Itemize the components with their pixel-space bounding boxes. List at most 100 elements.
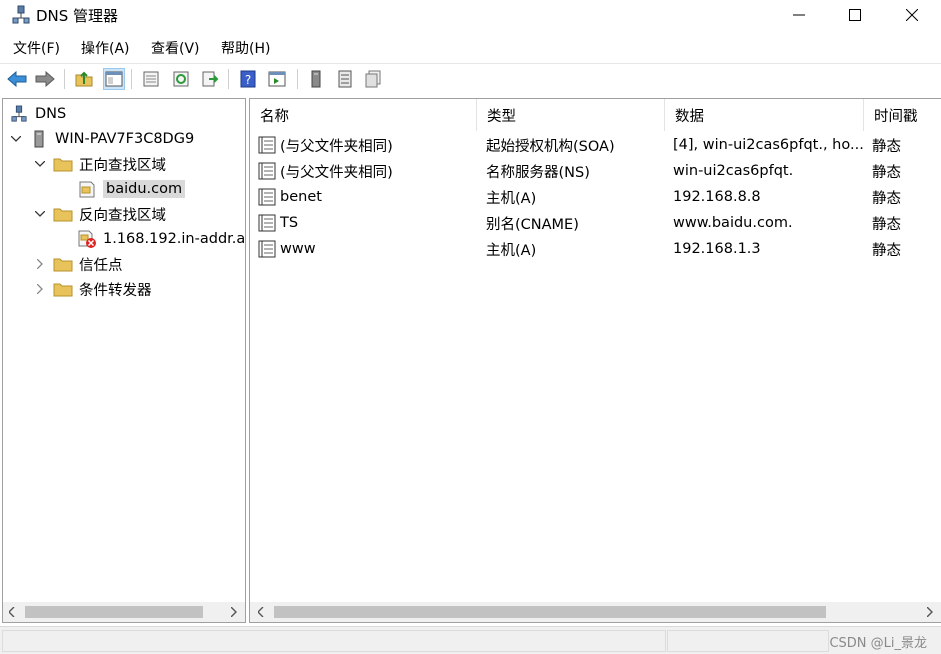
tree-label-forward-zones: 正向查找区域 xyxy=(79,157,166,174)
action-pane-button[interactable] xyxy=(266,68,288,90)
record-data: win-ui2cas6pfqt. xyxy=(673,163,794,179)
chevron-right-icon[interactable] xyxy=(33,257,47,271)
column-header-type[interactable]: 类型 xyxy=(477,99,665,131)
tree-item-conditional-forwarders[interactable]: 条件转发器 xyxy=(33,277,152,301)
chevron-down-icon[interactable] xyxy=(33,207,47,221)
copy-records-button[interactable] xyxy=(362,68,384,90)
zone-error-icon xyxy=(77,230,97,248)
zone-file-icon xyxy=(77,180,97,198)
maximize-button[interactable] xyxy=(832,0,878,30)
tree-label-reverse-zones: 反向查找区域 xyxy=(79,207,166,224)
record-icon xyxy=(258,136,276,154)
menu-view[interactable]: 查看(V) xyxy=(151,38,200,58)
scroll-left-icon[interactable] xyxy=(252,602,270,622)
record-list-icon xyxy=(338,70,352,88)
server-icon xyxy=(311,70,321,88)
watermark: CSDN @Li_景龙 xyxy=(829,636,927,651)
column-header-data[interactable]: 数据 xyxy=(665,99,864,131)
close-icon xyxy=(906,9,918,21)
tree-item-dns[interactable]: DNS xyxy=(9,102,66,126)
record-data: 192.168.1.3 xyxy=(673,241,761,257)
records-list: 名称 类型 数据 时间戳 (与父文件夹相同) 起始授权机构(SOA) [4], … xyxy=(249,98,941,623)
help-icon: ? xyxy=(240,70,256,88)
minimize-icon xyxy=(793,14,805,16)
list-horizontal-scrollbar[interactable] xyxy=(250,602,941,622)
scroll-right-icon[interactable] xyxy=(225,602,243,622)
menu-help[interactable]: 帮助(H) xyxy=(221,38,270,58)
tree-horizontal-scrollbar[interactable] xyxy=(3,602,245,622)
menu-file[interactable]: 文件(F) xyxy=(13,38,60,58)
export-list-button[interactable] xyxy=(199,68,221,90)
dns-app-icon xyxy=(12,5,30,24)
forward-arrow-icon xyxy=(35,71,55,87)
tree-item-server[interactable]: WIN-PAV7F3C8DG9 xyxy=(9,127,194,151)
chevron-down-icon[interactable] xyxy=(33,157,47,171)
table-row[interactable]: benet 主机(A) 192.168.8.8 静态 xyxy=(250,184,941,210)
record-name: TS xyxy=(280,215,299,231)
svg-text:?: ? xyxy=(245,73,251,87)
title-bar: DNS 管理器 xyxy=(0,0,941,30)
record-data: 192.168.8.8 xyxy=(673,189,761,205)
tree-label-trust-points: 信任点 xyxy=(79,257,123,274)
status-segment xyxy=(2,630,666,652)
tree-item-reverse-zone[interactable]: 1.168.192.in-addr.a xyxy=(77,227,245,251)
column-header-name[interactable]: 名称 xyxy=(250,99,477,131)
close-button[interactable] xyxy=(889,0,935,30)
record-name: www xyxy=(280,241,316,257)
tree-label-reverse-zone: 1.168.192.in-addr.a xyxy=(103,231,246,247)
tree-item-baidu-zone[interactable]: baidu.com xyxy=(77,177,186,201)
record-icon xyxy=(258,162,276,180)
record-type: 主机(A) xyxy=(486,190,537,207)
table-row[interactable]: (与父文件夹相同) 起始授权机构(SOA) [4], win-ui2cas6pf… xyxy=(250,132,941,158)
table-row[interactable]: (与父文件夹相同) 名称服务器(NS) win-ui2cas6pfqt. 静态 xyxy=(250,158,941,184)
record-icon xyxy=(258,188,276,206)
server-icon xyxy=(29,130,49,148)
minimize-button[interactable] xyxy=(776,0,822,30)
table-row[interactable]: TS 别名(CNAME) www.baidu.com. 静态 xyxy=(250,210,941,236)
record-timestamp: 静态 xyxy=(872,190,901,207)
copy-records-icon xyxy=(365,70,381,88)
forward-button[interactable] xyxy=(34,68,56,90)
record-icon xyxy=(258,214,276,232)
refresh-icon xyxy=(173,71,189,87)
tree-item-forward-zones[interactable]: 正向查找区域 xyxy=(33,152,166,176)
scrollbar-thumb[interactable] xyxy=(274,606,826,618)
folder-icon xyxy=(53,205,73,223)
refresh-button[interactable] xyxy=(170,68,192,90)
record-type: 主机(A) xyxy=(486,242,537,259)
properties-button[interactable] xyxy=(140,68,162,90)
scrollbar-thumb[interactable] xyxy=(25,606,203,618)
table-row[interactable]: www 主机(A) 192.168.1.3 静态 xyxy=(250,236,941,262)
column-header-timestamp[interactable]: 时间戳 xyxy=(864,99,941,131)
record-name: (与父文件夹相同) xyxy=(280,138,393,155)
record-list-button[interactable] xyxy=(334,68,356,90)
record-name: (与父文件夹相同) xyxy=(280,164,393,181)
show-hide-tree-button[interactable] xyxy=(103,68,125,90)
chevron-down-icon[interactable] xyxy=(9,132,23,146)
back-button[interactable] xyxy=(6,68,28,90)
scroll-left-icon[interactable] xyxy=(3,602,21,622)
status-segment xyxy=(667,630,829,652)
server-button[interactable] xyxy=(305,68,327,90)
export-list-icon xyxy=(202,71,219,87)
tree-item-trust-points[interactable]: 信任点 xyxy=(33,252,123,276)
up-folder-button[interactable] xyxy=(73,68,95,90)
menu-bar: 文件(F) 操作(A) 查看(V) 帮助(H) xyxy=(0,34,941,60)
record-timestamp: 静态 xyxy=(872,164,901,181)
record-type: 起始授权机构(SOA) xyxy=(486,138,615,155)
tree-label-conditional-forwarders: 条件转发器 xyxy=(79,282,152,299)
scroll-right-icon[interactable] xyxy=(921,602,939,622)
record-timestamp: 静态 xyxy=(872,242,901,259)
record-type: 名称服务器(NS) xyxy=(486,164,590,181)
up-folder-icon xyxy=(75,71,93,87)
back-arrow-icon xyxy=(7,71,27,87)
record-icon xyxy=(258,240,276,258)
tree-item-reverse-zones[interactable]: 反向查找区域 xyxy=(33,202,166,226)
console-tree: DNS WIN-PAV7F3C8DG9 正向查找区域 baidu.com 反向查… xyxy=(2,98,246,623)
record-name: benet xyxy=(280,189,322,205)
help-button[interactable]: ? xyxy=(237,68,259,90)
menu-action[interactable]: 操作(A) xyxy=(81,38,130,58)
toolbar: ? xyxy=(0,63,941,93)
chevron-right-icon[interactable] xyxy=(33,282,47,296)
record-timestamp: 静态 xyxy=(872,216,901,233)
